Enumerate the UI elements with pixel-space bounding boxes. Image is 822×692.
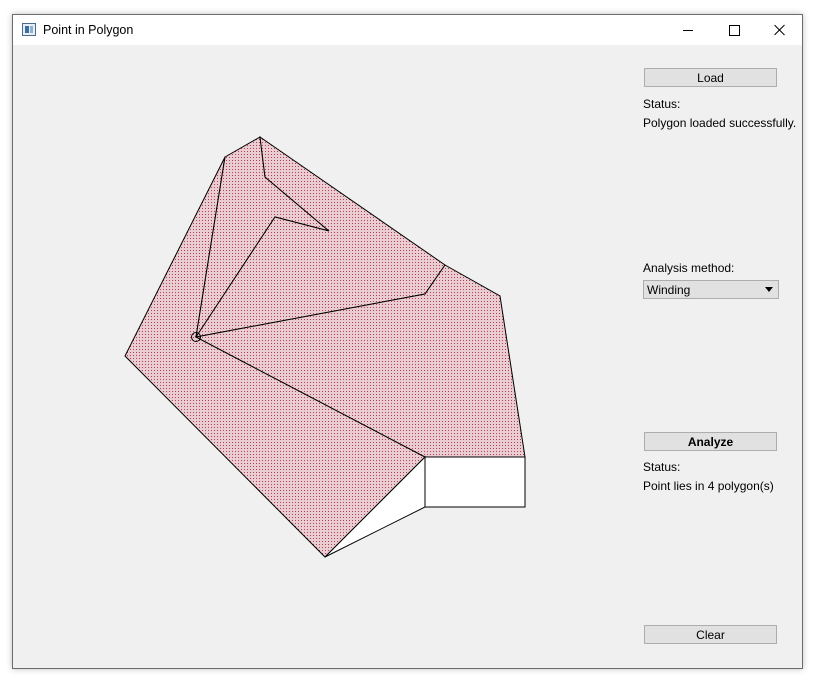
window-title: Point in Polygon <box>43 23 134 37</box>
polygon-canvas[interactable] <box>13 45 633 665</box>
close-icon <box>774 24 786 36</box>
app-window: Point in Polygon Load Status: Polygon lo… <box>12 14 803 669</box>
load-status-text: Polygon loaded successfully. <box>643 116 797 130</box>
analysis-method-label: Analysis method: <box>643 261 735 275</box>
clear-button[interactable]: Clear <box>644 625 777 644</box>
app-icon <box>22 23 36 36</box>
close-button[interactable] <box>757 15 803 45</box>
maximize-button[interactable] <box>711 15 757 45</box>
analyze-status-text: Point lies in 4 polygon(s) <box>643 479 774 493</box>
minimize-icon <box>683 29 693 31</box>
title-bar[interactable]: Point in Polygon <box>13 15 802 45</box>
analysis-method-value: Winding <box>647 283 691 297</box>
analyze-status-label: Status: <box>643 460 681 474</box>
maximize-icon <box>728 24 740 36</box>
analyze-button[interactable]: Analyze <box>644 432 777 451</box>
minimize-button[interactable] <box>665 15 711 45</box>
polygon-rectangle <box>424 456 526 508</box>
load-status-label: Status: <box>643 97 681 111</box>
load-button[interactable]: Load <box>644 68 777 87</box>
analysis-method-select[interactable]: Winding <box>643 280 779 299</box>
chevron-down-icon <box>765 287 773 292</box>
